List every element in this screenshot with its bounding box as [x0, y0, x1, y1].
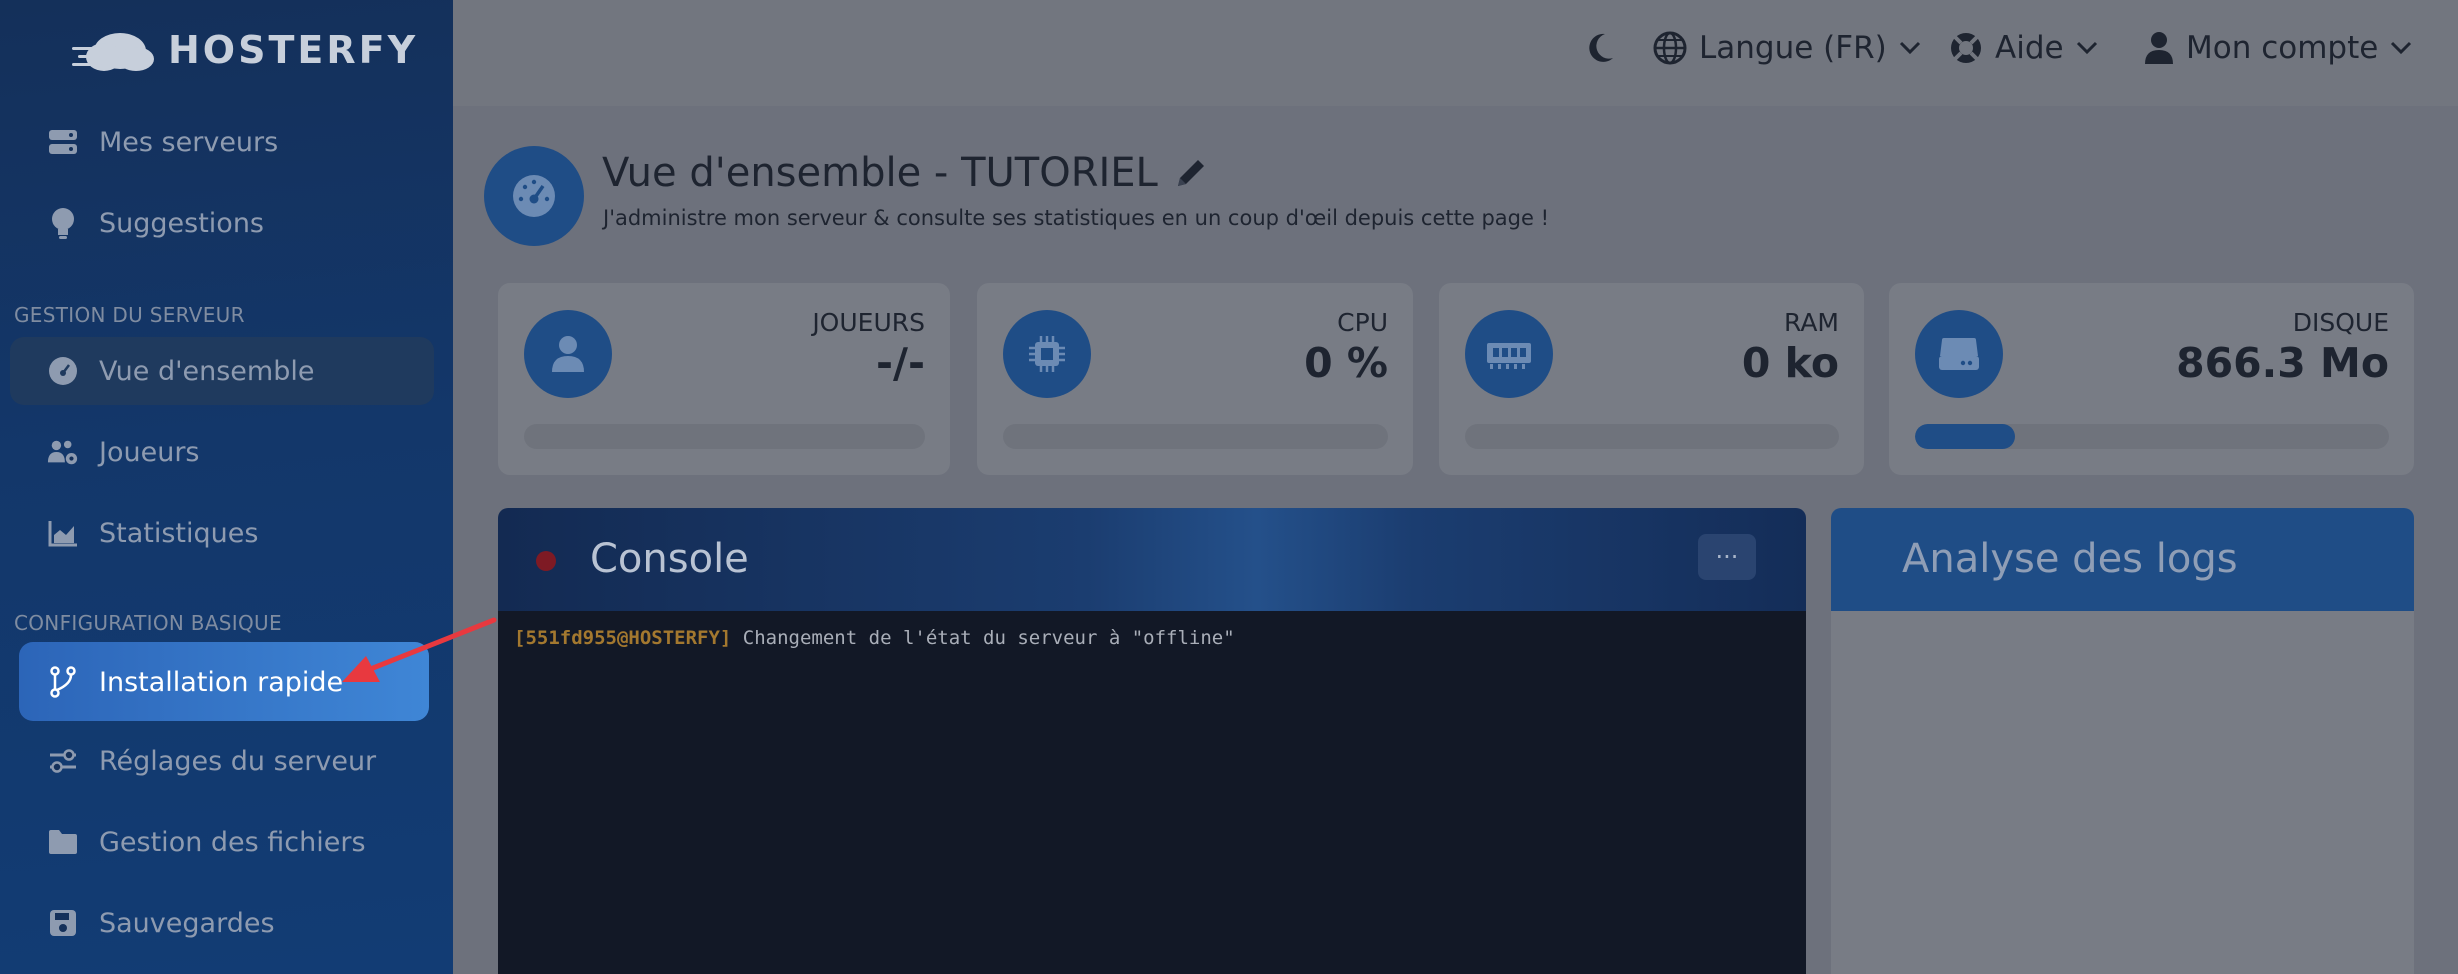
sidebar-item-mes-serveurs[interactable]: Mes serveurs [0, 108, 453, 176]
console-panel: Console ··· [551fd955@HOSTERFY] Changeme… [498, 508, 1806, 974]
sidebar: HOSTERFY Mes serveurs Suggestions GESTIO… [0, 0, 453, 974]
sidebar-item-suggestions[interactable]: Suggestions [0, 189, 453, 257]
sidebar-item-label: Réglages du serveur [99, 745, 377, 777]
sidebar-item-label: Statistiques [99, 517, 259, 549]
page-subtitle: J'administre mon serveur & consulte ses … [603, 206, 1549, 230]
globe-icon [1653, 31, 1687, 65]
user-icon [2145, 32, 2173, 64]
server-icon [47, 126, 79, 158]
language-label: Langue (FR) [1699, 30, 1887, 66]
console-log-prefix: [551fd955@HOSTERFY] [514, 627, 732, 649]
dashboard-gauge-icon [47, 355, 79, 387]
stat-value: 0 ko [1741, 339, 1839, 387]
life-ring-icon [1951, 33, 1981, 63]
chevron-down-icon [1899, 41, 1920, 55]
page-title-text: Vue d'ensemble - TUTORIEL [602, 150, 1158, 196]
sidebar-item-sauvegardes[interactable]: Sauvegardes [0, 889, 453, 957]
pencil-edit-icon[interactable] [1174, 156, 1208, 190]
sidebar-item-label: Vue d'ensemble [99, 355, 315, 387]
folder-icon [47, 826, 79, 858]
sidebar-item-joueurs[interactable]: Joueurs [0, 418, 453, 486]
dark-mode-toggle[interactable] [1585, 25, 1615, 71]
help-menu[interactable]: Aide [1949, 25, 2098, 71]
console-output[interactable]: [551fd955@HOSTERFY] Changement de l'état… [498, 611, 1806, 974]
stat-progress-fill [1915, 424, 2015, 449]
stat-progress-bar [1465, 424, 1839, 449]
stat-label: DISQUE [2292, 308, 2389, 337]
console-log-line: [551fd955@HOSTERFY] Changement de l'état… [514, 627, 1235, 649]
sidebar-item-label: Installation rapide [99, 666, 344, 698]
stat-progress-bar [1003, 424, 1388, 449]
chevron-down-icon [2391, 41, 2412, 55]
stat-label: CPU [1337, 308, 1388, 337]
moon-icon [1589, 33, 1613, 62]
stat-label: JOUEURS [812, 308, 925, 337]
help-label: Aide [1995, 30, 2064, 66]
chart-area-icon [47, 517, 79, 549]
language-menu[interactable]: Langue (FR) [1653, 25, 1921, 71]
stat-card-disk: DISQUE 866.3 Mo [1889, 283, 2414, 475]
sidebar-item-label: Mes serveurs [99, 126, 279, 158]
cpu-chip-icon [1003, 310, 1091, 398]
lightbulb-icon [47, 207, 79, 239]
hard-drive-icon [1915, 310, 2003, 398]
stat-card-ram: RAM 0 ko [1439, 283, 1864, 475]
toggle-settings-icon [47, 745, 79, 777]
logs-header: Analyse des logs [1831, 508, 2414, 611]
brand-name: HOSTERFY [168, 28, 419, 72]
code-branch-icon [47, 666, 79, 698]
sidebar-item-label: Gestion des fichiers [99, 826, 366, 858]
top-bar: Langue (FR) Aide Mon compte [453, 0, 2458, 106]
brand-logo[interactable]: HOSTERFY [70, 20, 418, 80]
console-log-message: Changement de l'état du serveur à "offli… [742, 627, 1235, 649]
user-icon [524, 310, 612, 398]
console-title: Console [590, 536, 749, 582]
sidebar-item-installation-rapide[interactable]: Installation rapide [0, 648, 453, 716]
sidebar-item-label: Sauvegardes [99, 907, 275, 939]
stat-card-players: JOUEURS -/- [498, 283, 950, 475]
sidebar-item-statistiques[interactable]: Statistiques [0, 499, 453, 567]
users-gear-icon [47, 436, 79, 468]
console-header: Console ··· [498, 508, 1806, 611]
sidebar-item-gestion-fichiers[interactable]: Gestion des fichiers [0, 808, 453, 876]
stat-value: -/- [875, 339, 925, 387]
logs-title: Analyse des logs [1902, 536, 2238, 582]
stat-progress-bar [1915, 424, 2389, 449]
server-status-indicator [536, 551, 556, 571]
console-options-button[interactable]: ··· [1698, 534, 1756, 580]
floppy-disk-icon [47, 907, 79, 939]
section-heading-server: GESTION DU SERVEUR [14, 303, 245, 327]
stat-value: 0 % [1304, 339, 1388, 387]
account-menu[interactable]: Mon compte [2144, 25, 2412, 71]
sidebar-item-reglages-serveur[interactable]: Réglages du serveur [0, 727, 453, 795]
logs-analysis-panel: Analyse des logs [1831, 508, 2414, 974]
stat-card-cpu: CPU 0 % [977, 283, 1413, 475]
sidebar-item-label: Suggestions [99, 207, 264, 239]
sidebar-item-vue-ensemble[interactable]: Vue d'ensemble [0, 337, 453, 405]
page-title: Vue d'ensemble - TUTORIEL [602, 150, 1208, 196]
stat-value: 866.3 Mo [2176, 339, 2389, 387]
chevron-down-icon [2076, 41, 2097, 55]
section-heading-config: CONFIGURATION BASIQUE [14, 611, 282, 635]
cloud-logo-icon [72, 33, 154, 71]
memory-icon [1465, 310, 1553, 398]
stat-label: RAM [1783, 308, 1839, 337]
ellipsis-icon: ··· [1715, 543, 1739, 571]
stat-progress-bar [524, 424, 925, 449]
sidebar-item-label: Joueurs [99, 436, 200, 468]
account-label: Mon compte [2186, 30, 2379, 66]
dashboard-gauge-icon [484, 146, 584, 246]
